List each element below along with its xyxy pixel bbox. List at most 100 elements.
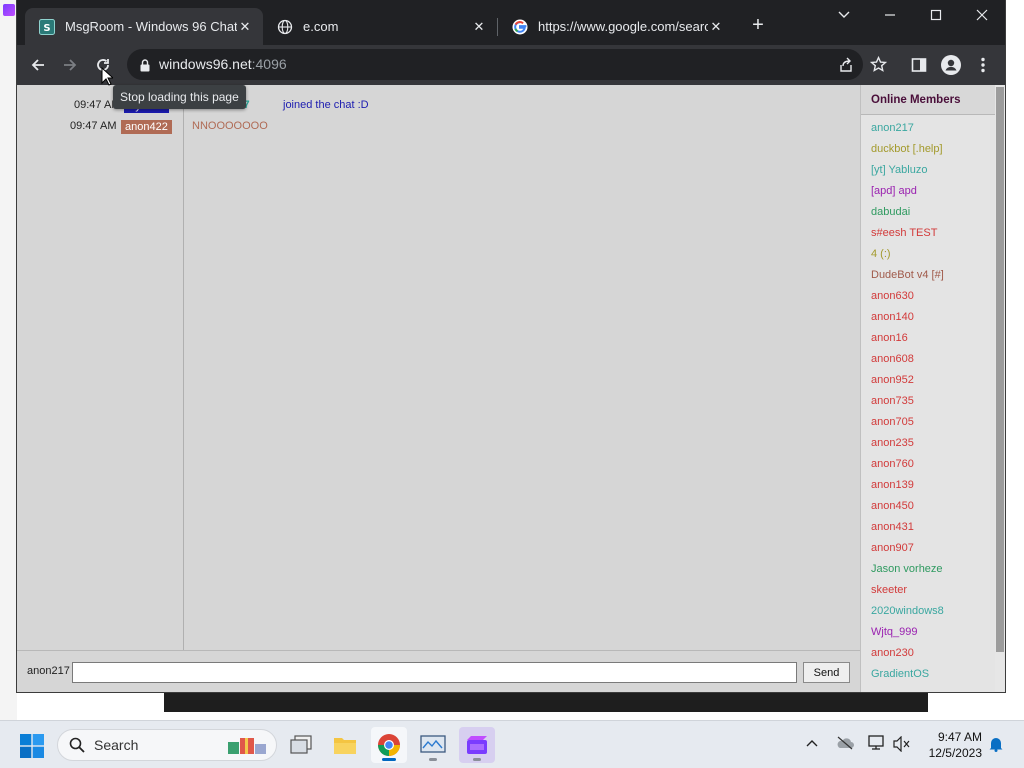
member-item[interactable]: anon760 [871, 458, 914, 470]
close-window-button[interactable] [959, 0, 1005, 30]
close-icon[interactable]: ✕ [471, 19, 487, 35]
chrome-taskbar-button[interactable] [371, 727, 407, 763]
member-item[interactable]: skeeter [871, 584, 907, 596]
side-panel-icon [911, 58, 927, 72]
menu-button[interactable] [969, 51, 997, 79]
tab-title: e.com [303, 19, 339, 34]
lock-icon [140, 57, 150, 76]
task-view-button[interactable] [283, 727, 319, 763]
desktop-background-left [0, 0, 17, 720]
tab-search-button[interactable] [821, 0, 867, 30]
chat-message: 09:47 AM anon422 NNOOOOOOO [17, 120, 860, 136]
search-label: Search [94, 737, 139, 753]
onedrive-icon[interactable] [836, 736, 854, 750]
chrome-icon [378, 734, 400, 756]
member-item[interactable]: anon450 [871, 500, 914, 512]
member-item[interactable]: GradientOS [871, 668, 929, 680]
member-item[interactable]: anon235 [871, 437, 914, 449]
members-title: Online Members [871, 94, 961, 106]
member-item[interactable]: anon608 [871, 353, 914, 365]
member-item[interactable]: DudeBot v4 [#] [871, 269, 944, 281]
reload-tooltip: Stop loading this page [113, 85, 246, 109]
member-item[interactable]: anon952 [871, 374, 914, 386]
clipchamp-taskbar-button[interactable] [459, 727, 495, 763]
member-item[interactable]: anon230 [871, 647, 914, 659]
tab-msgroom[interactable]: S MsgRoom - Windows 96 Chat ✕ [25, 8, 263, 45]
member-item[interactable]: s#eesh TEST [871, 227, 937, 239]
members-header: Online Members [861, 85, 996, 115]
back-button[interactable] [24, 51, 52, 79]
member-item[interactable]: [apd] apd [871, 185, 917, 197]
message-input[interactable] [72, 662, 797, 683]
notification-bell-icon[interactable] [989, 736, 1003, 752]
active-app-indicator [382, 758, 396, 761]
star-icon[interactable] [869, 55, 888, 77]
close-icon[interactable]: ✕ [708, 19, 724, 35]
member-item[interactable]: anon735 [871, 395, 914, 407]
chevron-down-icon [838, 11, 850, 18]
file-explorer-button[interactable] [327, 727, 363, 763]
member-item[interactable]: anon217 [871, 122, 914, 134]
taskbar-search-box[interactable]: Search [57, 729, 277, 761]
tab-ecom[interactable]: e.com ✕ [263, 8, 497, 45]
mouse-cursor-icon [101, 67, 113, 86]
msgroom-icon: S [39, 18, 55, 35]
search-highlight-gifts-icon [228, 738, 266, 754]
send-button[interactable]: Send [803, 662, 850, 683]
member-item[interactable]: 2020windows8 [871, 605, 944, 617]
profile-avatar-icon [941, 55, 961, 75]
address-bar[interactable]: windows96.net:4096 [127, 49, 888, 80]
task-view-icon [290, 735, 312, 754]
member-item[interactable]: anon139 [871, 479, 914, 491]
url-port: :4096 [251, 56, 287, 72]
chat-input-bar: anon217 Send [17, 650, 860, 692]
member-item[interactable]: dabudai [871, 206, 910, 218]
member-item[interactable]: anon16 [871, 332, 908, 344]
monitor-chart-icon [420, 735, 446, 753]
windows-start-icon[interactable] [20, 734, 44, 758]
chevron-up-icon[interactable] [806, 739, 818, 747]
member-item[interactable]: duckbot [.help] [871, 143, 943, 155]
network-icon[interactable] [868, 735, 886, 751]
close-icon[interactable]: ✕ [237, 19, 253, 35]
search-icon [69, 737, 85, 753]
arrow-right-icon [64, 59, 77, 71]
photos-taskbar-button[interactable] [415, 727, 451, 763]
share-icon[interactable] [838, 57, 854, 77]
maximize-icon [930, 9, 942, 21]
forward-button[interactable] [56, 51, 84, 79]
member-item[interactable]: anon431 [871, 521, 914, 533]
profile-button[interactable] [937, 51, 965, 79]
minimize-icon [885, 14, 895, 16]
browser-toolbar: windows96.net:4096 [17, 45, 1005, 85]
maximize-button[interactable] [913, 0, 959, 30]
timestamp-divider [183, 85, 184, 650]
member-item[interactable]: anon140 [871, 311, 914, 323]
taskbar-clock[interactable]: 9:47 AM 12/5/2023 [920, 729, 982, 761]
svg-text:S: S [43, 23, 50, 34]
input-nickname: anon217 [27, 665, 70, 677]
minimize-button[interactable] [867, 0, 913, 30]
message-text: NNOOOOOOO [192, 120, 268, 132]
member-item[interactable]: anon630 [871, 290, 914, 302]
background-window [164, 690, 928, 712]
close-icon [976, 9, 988, 21]
page-content: 09:47 AM System anon217 joined the chat … [17, 85, 1005, 692]
clock-time: 9:47 AM [937, 730, 982, 744]
desktop-app-icon [3, 4, 15, 16]
new-tab-button[interactable]: + [747, 14, 769, 36]
running-app-indicator [429, 758, 437, 761]
member-item[interactable]: anon705 [871, 416, 914, 428]
member-item[interactable]: anon907 [871, 542, 914, 554]
side-panel-button[interactable] [905, 51, 933, 79]
member-item[interactable]: 4 (:) [871, 248, 891, 260]
scrollbar-thumb[interactable] [996, 87, 1004, 652]
volume-muted-icon[interactable] [893, 736, 911, 752]
members-scrollbar[interactable] [995, 85, 1005, 692]
member-item[interactable]: Wjtq_999 [871, 626, 917, 638]
tab-title: https://www.google.com/search [538, 19, 708, 34]
google-icon [512, 19, 528, 35]
member-item[interactable]: [yt] Yabluzo [871, 164, 927, 176]
tab-google-search[interactable]: https://www.google.com/search ✕ [498, 8, 734, 45]
member-item[interactable]: Jason vorheze [871, 563, 943, 575]
